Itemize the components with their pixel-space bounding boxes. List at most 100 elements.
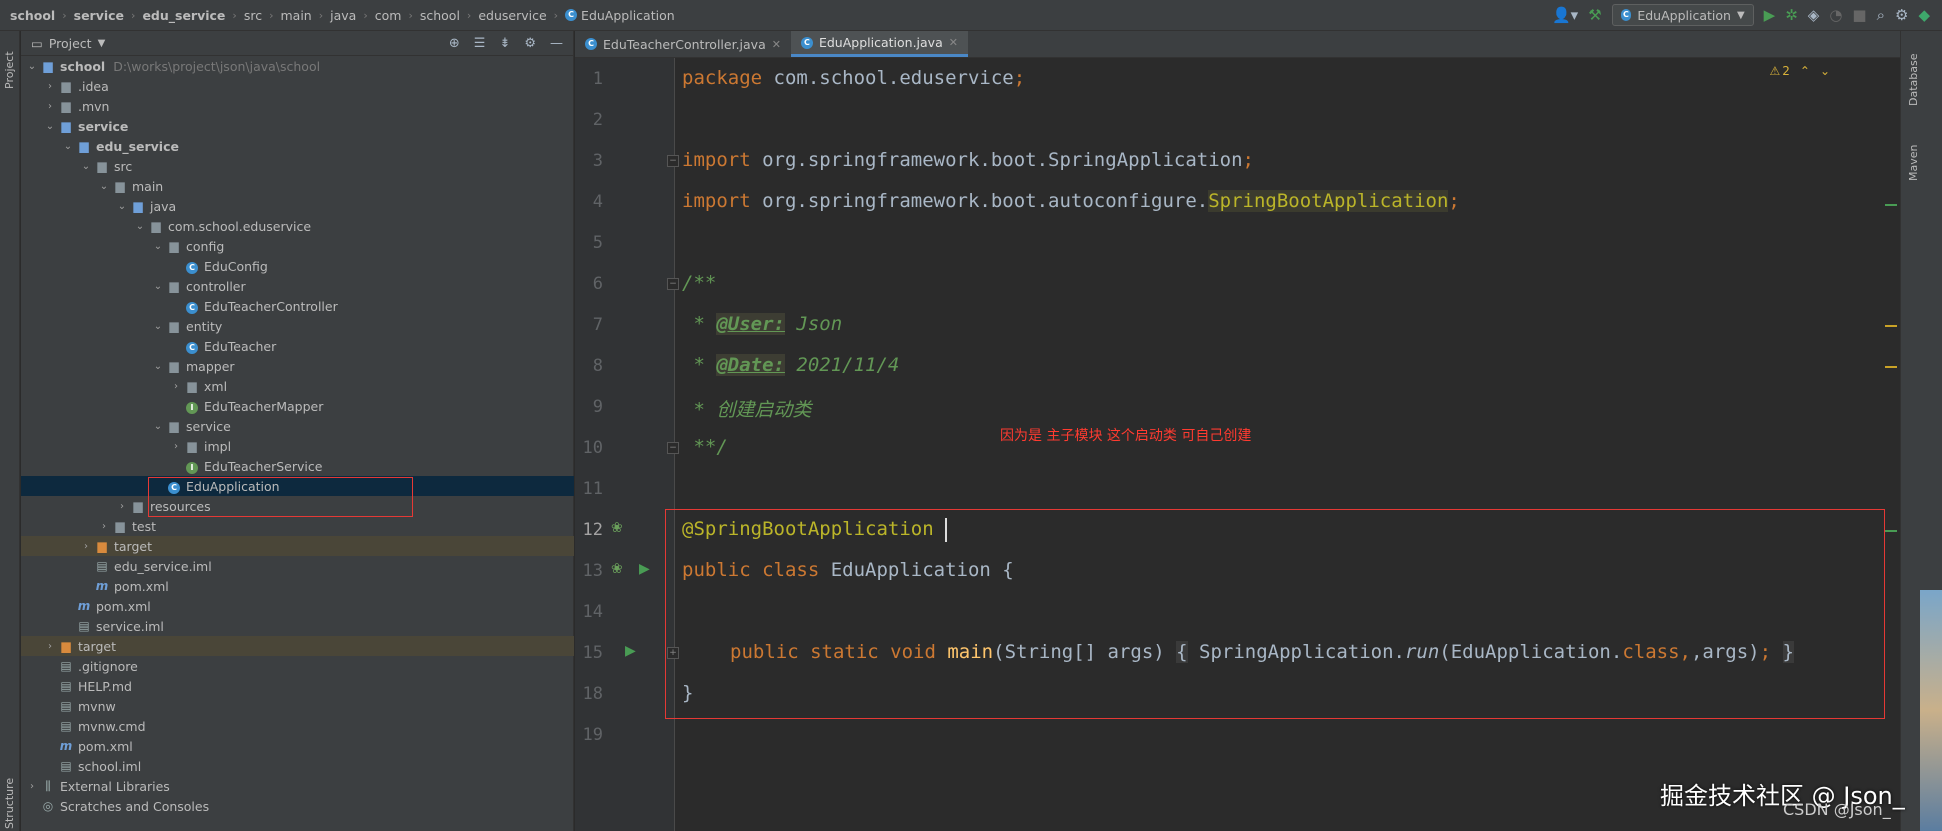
tree-item[interactable]: m pom.xml (21, 576, 574, 596)
chevron-down-icon[interactable]: ▼ (98, 38, 106, 49)
chevron-right-icon[interactable]: › (169, 441, 183, 452)
fold-marker-icon[interactable]: − (667, 442, 679, 454)
hide-icon[interactable]: — (550, 36, 563, 51)
chevron-down-icon[interactable]: ⌄ (151, 321, 165, 332)
tree-item[interactable]: C EduTeacher (21, 336, 574, 356)
tree-item[interactable]: ⌄ ▆ edu_service (21, 136, 574, 156)
tree-item[interactable]: ⌄ ▆ java (21, 196, 574, 216)
close-icon[interactable]: ✕ (949, 36, 958, 49)
code-line[interactable]: * 创建启动类 (682, 395, 811, 422)
inspection-widget[interactable]: ⚠ 2 ⌃ ⌄ (1769, 64, 1830, 78)
tree-item[interactable]: › ▆ resources (21, 496, 574, 516)
stop-icon[interactable]: ■ (1852, 7, 1866, 23)
tree-item[interactable]: ⌄ ▆ src (21, 156, 574, 176)
chevron-up-icon[interactable]: ⌃ (1800, 64, 1810, 78)
breadcrumb-item[interactable]: school (10, 8, 55, 23)
tab-edu-application[interactable]: C EduApplication.java ✕ (790, 31, 968, 57)
chevron-down-icon[interactable]: ⌄ (151, 241, 165, 252)
tree-item[interactable]: › ▆ target (21, 636, 574, 656)
fold-marker-icon[interactable]: + (667, 647, 679, 659)
user-icon[interactable]: 👤▾ (1552, 7, 1578, 23)
tree-item[interactable]: ⌄ ▆ service (21, 416, 574, 436)
chevron-right-icon[interactable]: › (115, 501, 129, 512)
tree-item[interactable]: ▤ school.iml (21, 756, 574, 776)
tree-item[interactable]: C EduConfig (21, 256, 574, 276)
breadcrumb-item[interactable]: eduservice (478, 8, 546, 23)
locate-icon[interactable]: ⊕ (449, 36, 460, 51)
tree-item[interactable]: ⌄ ▆ main (21, 176, 574, 196)
profiler-icon[interactable]: ◔ (1829, 7, 1842, 23)
expand-all-icon[interactable]: ☰ (474, 36, 486, 51)
chevron-right-icon[interactable]: › (169, 381, 183, 392)
tree-item[interactable]: I EduTeacherService (21, 456, 574, 476)
run-configuration-select[interactable]: C EduApplication ▼ (1611, 4, 1754, 26)
project-tool-button[interactable]: Project (3, 51, 16, 89)
tree-item[interactable]: I EduTeacherMapper (21, 396, 574, 416)
tree-item[interactable]: ⌄ ▆ service (21, 116, 574, 136)
tree-item[interactable]: ▤ .gitignore (21, 656, 574, 676)
gear-icon[interactable]: ⚙ (524, 36, 536, 51)
collapse-all-icon[interactable]: ⇟ (499, 36, 510, 51)
tree-item[interactable]: › ⫼ External Libraries (21, 776, 574, 796)
debug-icon[interactable]: ✲ (1785, 7, 1798, 23)
coverage-icon[interactable]: ◈ (1808, 7, 1820, 23)
chevron-down-icon[interactable]: ⌄ (115, 201, 129, 212)
chevron-right-icon[interactable]: › (25, 781, 39, 792)
run-icon[interactable]: ▶ (1764, 7, 1776, 23)
chevron-down-icon[interactable]: ⌄ (151, 421, 165, 432)
tree-item[interactable]: ▤ mvnw (21, 696, 574, 716)
chevron-down-icon[interactable]: ⌄ (79, 161, 93, 172)
chevron-down-icon[interactable]: ⌄ (97, 181, 111, 192)
run-gutter-icon[interactable]: ▶ (639, 561, 650, 577)
tree-item[interactable]: ⌄ ▆ com.school.eduservice (21, 216, 574, 236)
chevron-down-icon[interactable]: ⌄ (43, 121, 57, 132)
spring-bean-icon[interactable]: ❀ (611, 561, 623, 577)
chevron-down-icon[interactable]: ⌄ (151, 361, 165, 372)
tree-item[interactable]: ▤ mvnw.cmd (21, 716, 574, 736)
tree-item[interactable]: ▤ edu_service.iml (21, 556, 574, 576)
spring-bean-icon[interactable]: ❀ (611, 520, 623, 536)
breadcrumb-item[interactable]: school (420, 8, 460, 23)
structure-tool-button[interactable]: Structure (3, 778, 16, 829)
chevron-right-icon[interactable]: › (79, 541, 93, 552)
breadcrumb-item[interactable]: src (244, 8, 262, 23)
code-line[interactable]: **/ (682, 436, 727, 458)
tree-item[interactable]: ⌄ ▆ entity (21, 316, 574, 336)
code-line[interactable]: public class EduApplication { (682, 559, 1014, 581)
search-icon[interactable]: ⌕ (1877, 7, 1885, 23)
code-line[interactable]: * @Date: 2021/11/4 (682, 354, 899, 376)
close-icon[interactable]: ✕ (772, 38, 781, 51)
run-gutter-icon[interactable]: ▶ (625, 643, 636, 659)
code-line[interactable]: * @User: Json (682, 313, 842, 335)
tree-item[interactable]: ⌄ ▆ controller (21, 276, 574, 296)
toolbox-icon[interactable]: ◆ (1918, 7, 1930, 23)
maven-tool-button[interactable]: Maven (1907, 145, 1920, 181)
project-view-select[interactable]: Project (49, 36, 92, 51)
tree-item[interactable]: ⌄ ▆ school D:\works\project\json\java\schoo… (21, 56, 574, 76)
chevron-down-icon[interactable]: ⌄ (25, 61, 39, 72)
chevron-down-icon[interactable]: ⌄ (61, 141, 75, 152)
tree-item[interactable]: ⌄ ▆ mapper (21, 356, 574, 376)
code-line[interactable]: public static void main(String[] args) {… (730, 641, 1794, 663)
tab-edu-teacher-controller[interactable]: C EduTeacherController.java ✕ (575, 31, 791, 57)
breadcrumb-item[interactable]: edu_service (142, 8, 225, 23)
tree-item[interactable]: m pom.xml (21, 736, 574, 756)
hammer-icon[interactable]: ⚒ (1588, 7, 1601, 23)
chevron-down-icon[interactable]: ⌄ (133, 221, 147, 232)
tree-item[interactable]: C EduTeacherController (21, 296, 574, 316)
code-line[interactable]: import org.springframework.boot.autoconf… (682, 190, 1460, 212)
database-tool-button[interactable]: Database (1907, 54, 1920, 107)
breadcrumb-item[interactable]: main (280, 8, 311, 23)
chevron-right-icon[interactable]: › (43, 81, 57, 92)
tree-item[interactable]: ◎ Scratches and Consoles (21, 796, 574, 816)
chevron-right-icon[interactable]: › (43, 101, 57, 112)
chevron-right-icon[interactable]: › (97, 521, 111, 532)
tree-item[interactable]: › ▆ .mvn (21, 96, 574, 116)
breadcrumb-item[interactable]: service (74, 8, 124, 23)
tree-item[interactable]: › ▆ xml (21, 376, 574, 396)
code-line[interactable]: } (682, 682, 693, 704)
tree-item[interactable]: ⌄ ▆ config (21, 236, 574, 256)
breadcrumb-item[interactable]: EduApplication (581, 8, 675, 23)
tree-item[interactable]: m pom.xml (21, 596, 574, 616)
tree-item[interactable]: › ▆ impl (21, 436, 574, 456)
